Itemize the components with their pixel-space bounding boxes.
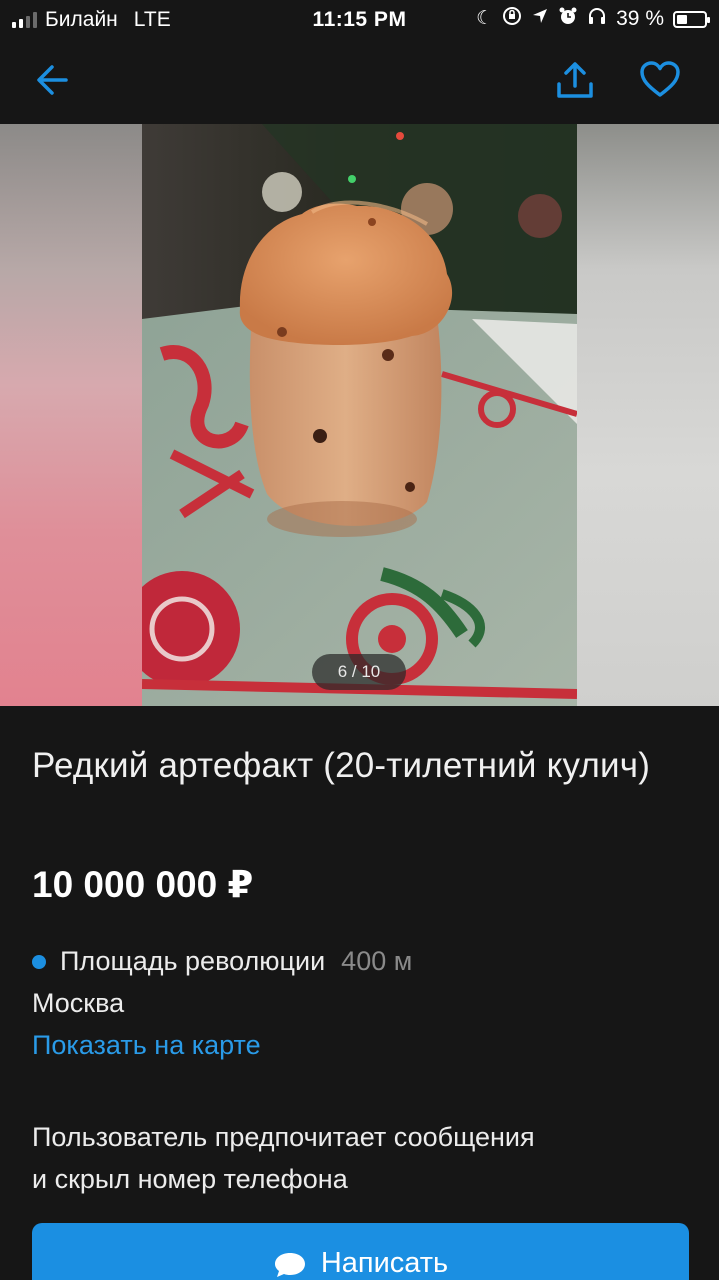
listing-title: Редкий артефакт (20-тилетний кулич)	[32, 746, 651, 785]
status-right: ☾ 39 %	[476, 6, 710, 32]
photo-gallery[interactable]: 6 / 10	[0, 124, 719, 706]
write-button-label: Написать	[320, 1247, 449, 1279]
metro-line-dot-icon	[32, 954, 46, 969]
share-icon	[557, 62, 593, 98]
listing-screen: Билайн LTE 11:15 PM ☾ 39 % 6 / 10 Редкий…	[0, 0, 719, 1280]
write-message-button[interactable]: Написать	[32, 1223, 689, 1280]
alarm-icon	[558, 6, 578, 32]
battery-level	[677, 14, 687, 24]
share-button[interactable]	[553, 58, 597, 102]
previous-photo-blurred[interactable]	[0, 124, 142, 706]
orientation-lock-icon	[502, 6, 522, 32]
favorite-button[interactable]	[638, 58, 682, 102]
contact-preference-note: Пользователь предпочитает сообщения и ск…	[32, 1116, 687, 1200]
battery-icon	[673, 10, 710, 28]
moon-icon: ☾	[476, 8, 494, 29]
location-icon	[531, 7, 549, 31]
chat-bubble-icon	[274, 1253, 305, 1277]
arrow-left-icon	[37, 65, 68, 95]
photo-counter: 6 / 10	[312, 654, 406, 690]
contact-note-line1: Пользователь предпочитает сообщения	[32, 1122, 535, 1152]
listing-photo[interactable]	[142, 124, 577, 706]
status-bar: Билайн LTE 11:15 PM ☾ 39 %	[0, 0, 719, 40]
next-photo-blurred[interactable]	[577, 124, 719, 706]
metro-distance: 400 м	[341, 946, 413, 976]
headphones-icon	[587, 6, 607, 32]
city: Москва	[32, 988, 125, 1018]
metro-info: Площадь революции 400 м	[32, 946, 412, 977]
battery-percent: 39 %	[616, 7, 664, 30]
show-on-map-link[interactable]: Показать на карте	[32, 1030, 261, 1061]
contact-note-line2: и скрыл номер телефона	[32, 1164, 348, 1194]
listing-price: 10 000 000 ₽	[32, 864, 254, 905]
heart-icon	[640, 61, 680, 97]
write-button-content: Написать	[273, 1247, 448, 1280]
metro-station: Площадь революции	[60, 946, 326, 976]
nav-bar	[0, 40, 719, 124]
back-button[interactable]	[32, 58, 76, 102]
